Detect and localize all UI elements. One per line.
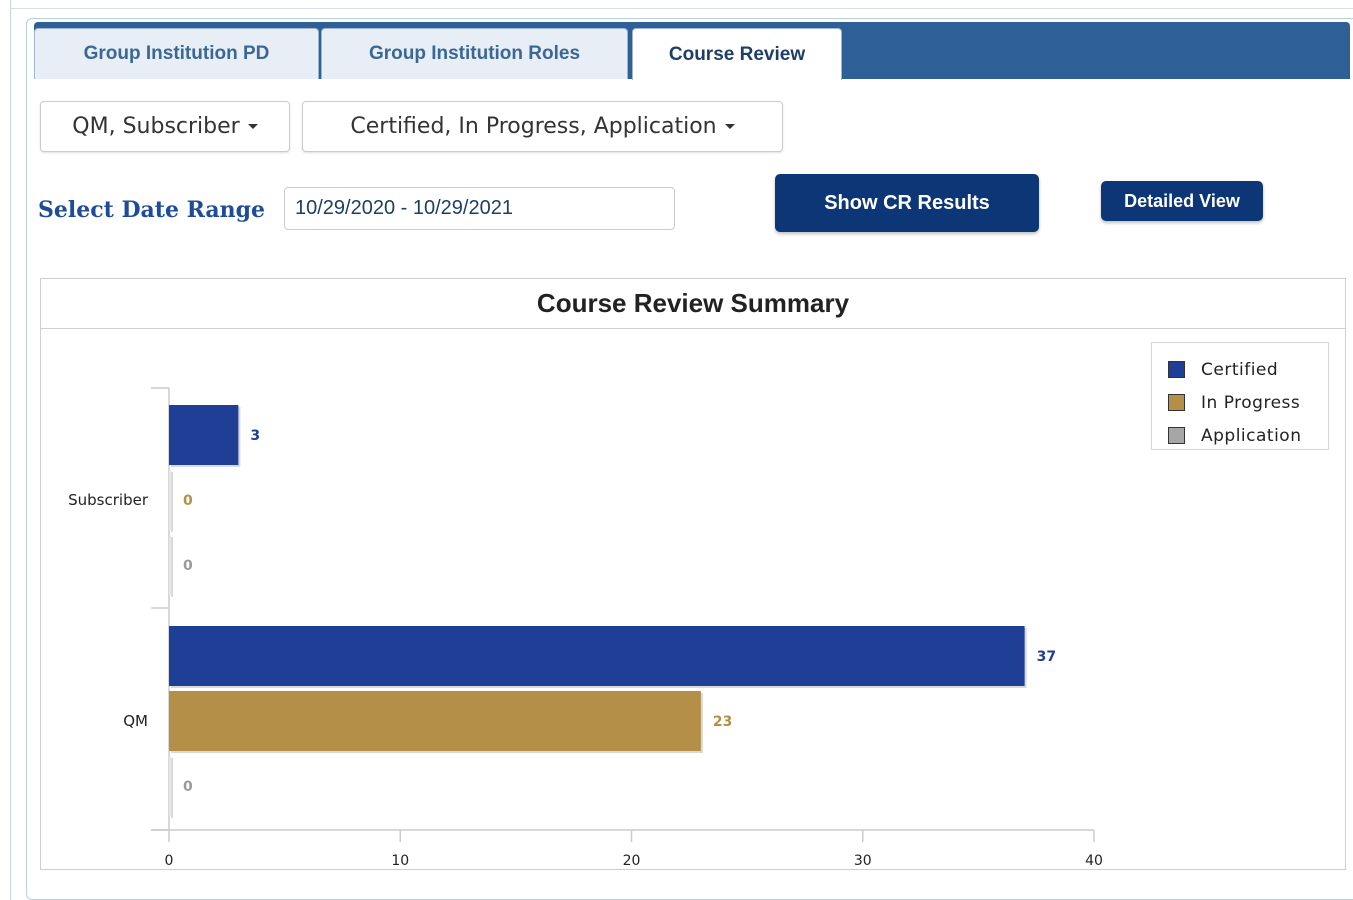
- chart-legend: Certified In Progress Application: [1151, 342, 1329, 450]
- x-tick-label: 0: [165, 853, 174, 869]
- roles-filter-dropdown[interactable]: QM, Subscriber: [40, 101, 290, 152]
- data-label: 37: [1037, 649, 1056, 665]
- bar-certified: [169, 405, 239, 465]
- legend-swatch-application: [1168, 427, 1185, 444]
- tab-group-institution-pd[interactable]: Group Institution PD: [34, 28, 319, 79]
- show-cr-results-button[interactable]: Show CR Results: [775, 174, 1039, 232]
- legend-label-certified: Certified: [1201, 359, 1279, 380]
- legend-item-in-progress[interactable]: In Progress: [1168, 386, 1328, 419]
- status-filter-label: Certified, In Progress, Application: [350, 114, 717, 139]
- bar-shadow: [171, 537, 173, 597]
- legend-label-application: Application: [1201, 425, 1302, 446]
- bar-certified: [169, 626, 1025, 686]
- legend-swatch-in-progress: [1168, 394, 1185, 411]
- legend-swatch-certified: [1168, 361, 1185, 378]
- window-border-left: [10, 0, 11, 900]
- status-filter-dropdown[interactable]: Certified, In Progress, Application: [302, 101, 783, 152]
- bar-application: [169, 535, 171, 595]
- data-label: 0: [183, 493, 193, 509]
- legend-item-application[interactable]: Application: [1168, 419, 1328, 452]
- x-tick-label: 20: [623, 853, 641, 869]
- caret-down-icon: [247, 124, 258, 129]
- legend-item-certified[interactable]: Certified: [1168, 353, 1328, 386]
- bar-in-progress: [169, 691, 701, 751]
- bar-application: [169, 756, 171, 816]
- window-border-top: [10, 8, 1353, 9]
- roles-filter-label: QM, Subscriber: [72, 114, 240, 139]
- tab-group-institution-roles[interactable]: Group Institution Roles: [321, 28, 628, 79]
- detailed-view-button[interactable]: Detailed View: [1101, 181, 1263, 221]
- x-tick-label: 40: [1085, 853, 1103, 869]
- date-range-input[interactable]: 10/29/2020 - 10/29/2021: [284, 187, 675, 230]
- legend-label-in-progress: In Progress: [1201, 392, 1301, 413]
- x-tick-label: 10: [391, 853, 409, 869]
- date-range-label: Select Date Range: [38, 197, 266, 223]
- data-label: 23: [713, 714, 732, 730]
- data-label: 0: [183, 779, 193, 795]
- caret-down-icon: [724, 124, 735, 129]
- bar-shadow: [171, 472, 173, 532]
- data-label: 0: [183, 558, 193, 574]
- y-category-label: QM: [123, 712, 148, 730]
- chart-title: Course Review Summary: [40, 278, 1346, 329]
- bar-in-progress: [169, 470, 171, 530]
- data-label: 3: [250, 428, 260, 444]
- tab-course-review[interactable]: Course Review: [632, 28, 842, 80]
- bar-shadow: [171, 758, 173, 818]
- x-tick-label: 30: [854, 853, 872, 869]
- y-category-label: Subscriber: [68, 491, 149, 509]
